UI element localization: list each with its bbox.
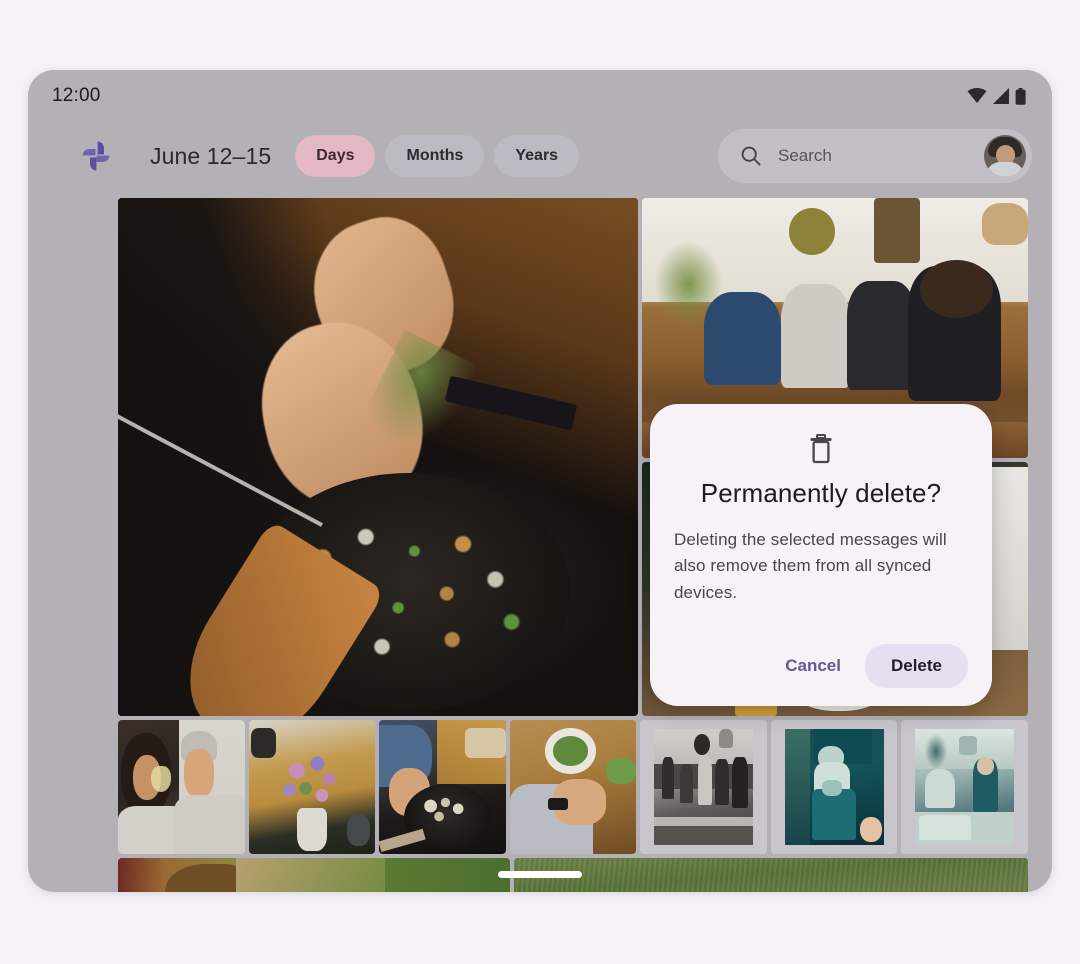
photo-flower-bouquet[interactable] <box>248 720 376 854</box>
search-bar[interactable]: Search <box>718 129 1032 183</box>
dialog-body-text: Deleting the selected messages will also… <box>674 530 947 602</box>
status-bar-icons <box>967 80 1026 105</box>
search-area: Search <box>718 129 1032 183</box>
wifi-icon <box>967 88 987 103</box>
battery-icon <box>1015 87 1026 105</box>
home-gesture-indicator[interactable] <box>498 871 582 878</box>
status-bar: 12:00 <box>28 70 1052 114</box>
chip-days[interactable]: Days <box>295 135 376 177</box>
trash-can-icon <box>674 434 968 464</box>
google-photos-pinwheel-icon[interactable] <box>76 135 118 177</box>
photo-teal-living-room[interactable] <box>901 720 1029 854</box>
photo-teal-person-seated[interactable] <box>770 720 898 854</box>
search-icon <box>741 146 761 166</box>
photo-table-from-above[interactable] <box>509 720 637 854</box>
date-range-label: June 12–15 <box>150 142 272 169</box>
photo-grass-field[interactable] <box>514 858 1028 892</box>
photo-couple-drinking[interactable] <box>118 720 245 854</box>
cancel-button[interactable]: Cancel <box>771 645 855 687</box>
photo-grid-thumbnail-row <box>118 720 1029 854</box>
photo-skillet-cooking[interactable] <box>379 720 506 854</box>
dialog-action-row: Cancel Delete <box>674 644 968 688</box>
search-input[interactable]: Search <box>778 146 968 166</box>
chip-months[interactable]: Months <box>385 135 485 177</box>
cellular-signal-icon <box>993 88 1009 104</box>
avatar[interactable] <box>984 135 1026 177</box>
delete-button[interactable]: Delete <box>864 644 968 688</box>
app-top-bar: June 12–15 Days Months Years Search <box>28 114 1052 198</box>
permanently-delete-dialog: Permanently delete? Deleting the selecte… <box>650 404 992 706</box>
view-mode-chip-group: Days Months Years <box>295 135 580 177</box>
photo-bw-group-portrait[interactable] <box>640 720 767 854</box>
chip-years[interactable]: Years <box>494 135 580 177</box>
photo-cooking-mushrooms[interactable] <box>118 198 638 716</box>
photo-path-field[interactable] <box>118 858 510 892</box>
status-bar-clock: 12:00 <box>52 84 101 106</box>
dialog-title: Permanently delete? <box>700 478 942 508</box>
tablet-device-frame: 12:00 June 12–15 Days Months Years Searc… <box>28 70 1052 892</box>
